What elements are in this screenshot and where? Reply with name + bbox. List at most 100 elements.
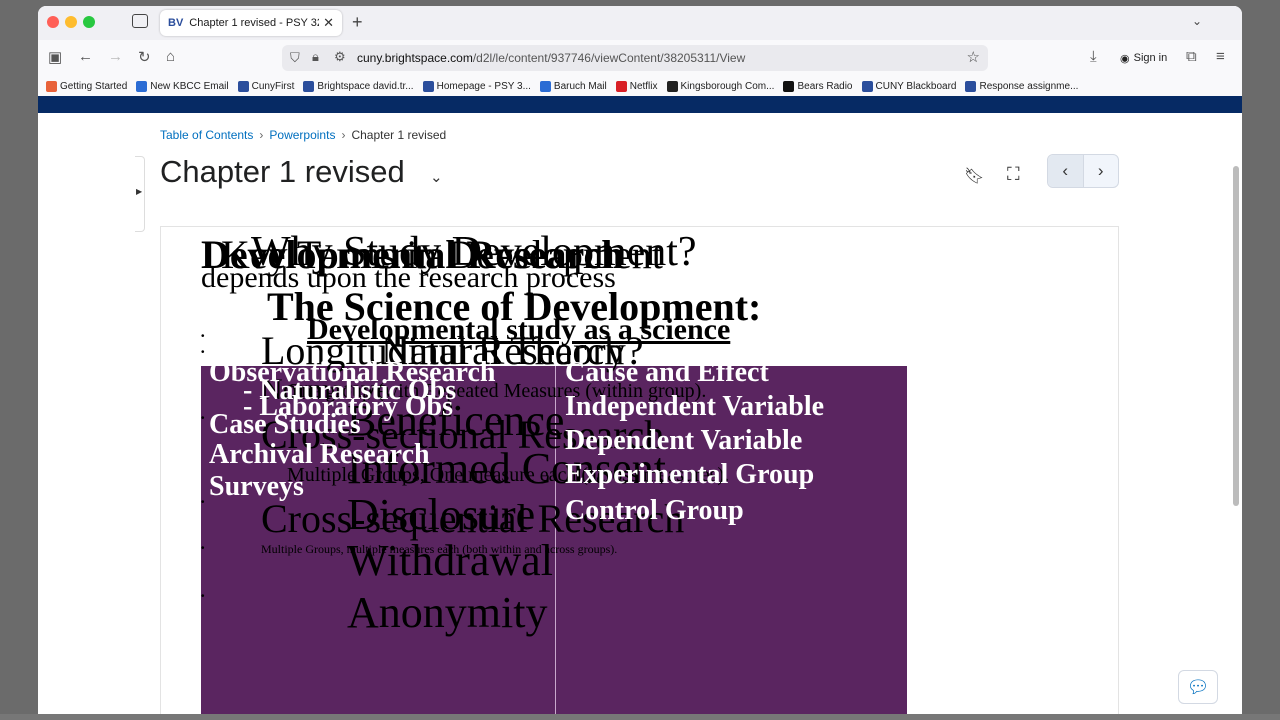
bullet-icon: • — [201, 331, 205, 342]
sign-in-button[interactable]: ◉ Sign in — [1114, 46, 1184, 70]
sign-in-label: Sign in — [1133, 52, 1168, 64]
bullet-icon: • — [201, 413, 205, 424]
tab-strip: BV Chapter 1 revised - PSY 3200 W ✕ + ⌄ — [38, 6, 1242, 40]
bookmark-item[interactable]: Netflix — [615, 80, 658, 92]
breadcrumb-link-powerpoints[interactable]: Powerpoints — [269, 128, 335, 142]
account-icon: ◉ — [1120, 52, 1130, 65]
bookmark-label: Getting Started — [60, 80, 128, 92]
forward-icon[interactable]: → — [108, 48, 123, 65]
reload-icon[interactable]: ↻ — [138, 48, 151, 66]
bookmarks-toolbar: Getting Started New KBCC Email CunyFirst Br… — [38, 76, 1242, 96]
bookmark-label: CunyFirst — [251, 80, 295, 92]
tab-overview-icon[interactable] — [132, 14, 148, 28]
new-tab-button[interactable]: + — [352, 12, 363, 33]
bookmark-item[interactable]: Kingsborough Com... — [666, 80, 775, 92]
bookmark-favicon-icon — [666, 80, 678, 92]
bookmark-item[interactable]: Brightspace david.tr... — [303, 80, 414, 92]
bookmark-item[interactable]: Homepage - PSY 3... — [422, 80, 531, 92]
bookmark-label: Response assignme... — [979, 80, 1079, 92]
url-text[interactable]: cuny.brightspace.com/d2l/le/content/9377… — [357, 51, 745, 65]
bullet-icon: • — [201, 497, 205, 508]
breadcrumb-separator-icon: › — [259, 128, 264, 142]
slide-white-text: Control Group — [565, 495, 744, 526]
breadcrumb-current: Chapter 1 revised — [351, 128, 447, 142]
slide-text: Anonymity — [347, 588, 548, 637]
breadcrumb-link-toc[interactable]: Table of Contents — [160, 128, 253, 142]
slide-white-text: Case Studies — [209, 409, 361, 440]
document-viewer[interactable]: Developmental Research Why Study Develop… — [160, 226, 1119, 720]
bookmark-item[interactable]: Response assignme... — [965, 80, 1079, 92]
slide-white-text: Surveys — [209, 471, 304, 502]
lock-icon[interactable]: 🔒︎ — [312, 49, 319, 65]
topic-navigation: ‹ › — [1047, 154, 1119, 188]
bookmark-favicon-icon — [861, 80, 873, 92]
browser-window: BV Chapter 1 revised - PSY 3200 W ✕ + ⌄ … — [38, 6, 1242, 720]
menu-icon[interactable]: ≡ — [1216, 48, 1225, 65]
bookmark-item[interactable]: CUNY Blackboard — [861, 80, 957, 92]
bookmark-label: Kingsborough Com... — [680, 80, 775, 92]
close-window-button[interactable] — [47, 16, 59, 28]
brand-band — [38, 96, 1242, 113]
bookmark-item[interactable]: Bears Radio — [783, 80, 853, 92]
bookmark-label: Baruch Mail — [553, 80, 607, 92]
bookmark-item[interactable]: CunyFirst — [237, 80, 295, 92]
bullet-icon: • — [201, 591, 205, 602]
navigation-bar: ▣ ← → ↻ ⌂ ⛉ 🔒︎ ⚙ cuny.brightspace.com/d2… — [38, 40, 1242, 76]
bookmark-favicon-icon — [615, 80, 627, 92]
bookmark-favicon-icon — [136, 80, 148, 92]
bullet-icon: • — [201, 347, 205, 358]
tab-title: Chapter 1 revised - PSY 3200 W — [189, 17, 319, 29]
background-app-strip — [0, 714, 1280, 720]
extensions-icon[interactable]: ⧉ — [1186, 48, 1197, 65]
next-topic-button[interactable]: › — [1084, 155, 1119, 187]
minimize-window-button[interactable] — [65, 16, 77, 28]
bookmark-favicon-icon — [46, 80, 57, 92]
page-scrollbar[interactable] — [1233, 166, 1239, 506]
bookmark-favicon-icon — [965, 80, 977, 92]
fullscreen-icon[interactable]: ⛶ — [1007, 164, 1020, 185]
downloads-icon[interactable]: ⤓ — [1090, 48, 1097, 65]
list-all-tabs-icon[interactable]: ⌄ — [1192, 14, 1202, 28]
chat-icon[interactable]: 💬︎ — [1178, 670, 1218, 704]
slide-white-text: Experimental Group — [565, 459, 815, 490]
bookmark-item[interactable]: New KBCC Email — [136, 80, 229, 92]
expand-arrow-icon: ▶ — [136, 187, 143, 196]
previous-topic-button[interactable]: ‹ — [1048, 155, 1084, 187]
bookmark-favicon-icon — [237, 80, 249, 92]
home-icon[interactable]: ⌂ — [166, 48, 175, 65]
bullet-icon: • — [201, 543, 205, 554]
slide-white-text: Independent Variable — [565, 391, 825, 422]
tab-active[interactable]: BV Chapter 1 revised - PSY 3200 W ✕ — [160, 10, 342, 36]
shield-icon[interactable]: ⛉ — [290, 50, 300, 66]
brightspace-favicon-icon: BV — [168, 17, 184, 29]
slide-white-text: Archival Research — [209, 439, 430, 470]
slide-text: depends upon the research process — [201, 261, 616, 294]
breadcrumb-separator-icon: › — [341, 128, 346, 142]
slide-white-text: Dependent Variable — [565, 425, 803, 456]
bookmark-favicon-icon — [539, 80, 551, 92]
page-title: Chapter 1 revised — [160, 154, 405, 189]
bookmark-item[interactable]: Baruch Mail — [539, 80, 607, 92]
permissions-icon[interactable]: ⚙ — [334, 49, 346, 65]
bookmark-label: Brightspace david.tr... — [317, 80, 414, 92]
bookmark-favicon-icon — [422, 80, 434, 92]
bookmark-item[interactable]: Getting Started — [46, 80, 128, 92]
bookmark-label: New KBCC Email — [150, 80, 229, 92]
bookmark-label: CUNY Blackboard — [875, 80, 957, 92]
slide-white-text: Cause and Effect — [565, 357, 769, 388]
bookmark-favicon-icon — [783, 80, 795, 92]
close-tab-icon[interactable]: ✕ — [323, 15, 334, 31]
bookmark-label: Bears Radio — [797, 80, 853, 92]
zoom-window-button[interactable] — [83, 16, 95, 28]
title-menu-chevron-icon[interactable]: ⌄ — [430, 168, 443, 186]
slide-render: Developmental Research Why Study Develop… — [201, 227, 907, 720]
back-icon[interactable]: ← — [78, 48, 93, 65]
bookmark-label: Homepage - PSY 3... — [436, 80, 531, 92]
breadcrumb: Table of Contents › Powerpoints › Chapter 1 … — [160, 128, 446, 142]
bookmark-topic-icon[interactable]: 🔖︎ — [964, 166, 984, 186]
url-bar[interactable]: ⛉ 🔒︎ ⚙ cuny.brightspace.com/d2l/le/conte… — [282, 45, 988, 71]
slide-text: Multiple Groups, multiple measures each … — [261, 542, 618, 556]
toc-toggle-button[interactable]: ▶ — [135, 156, 145, 232]
sidebar-icon[interactable]: ▣ — [48, 48, 62, 66]
bookmark-star-icon[interactable]: ☆ — [967, 48, 980, 66]
